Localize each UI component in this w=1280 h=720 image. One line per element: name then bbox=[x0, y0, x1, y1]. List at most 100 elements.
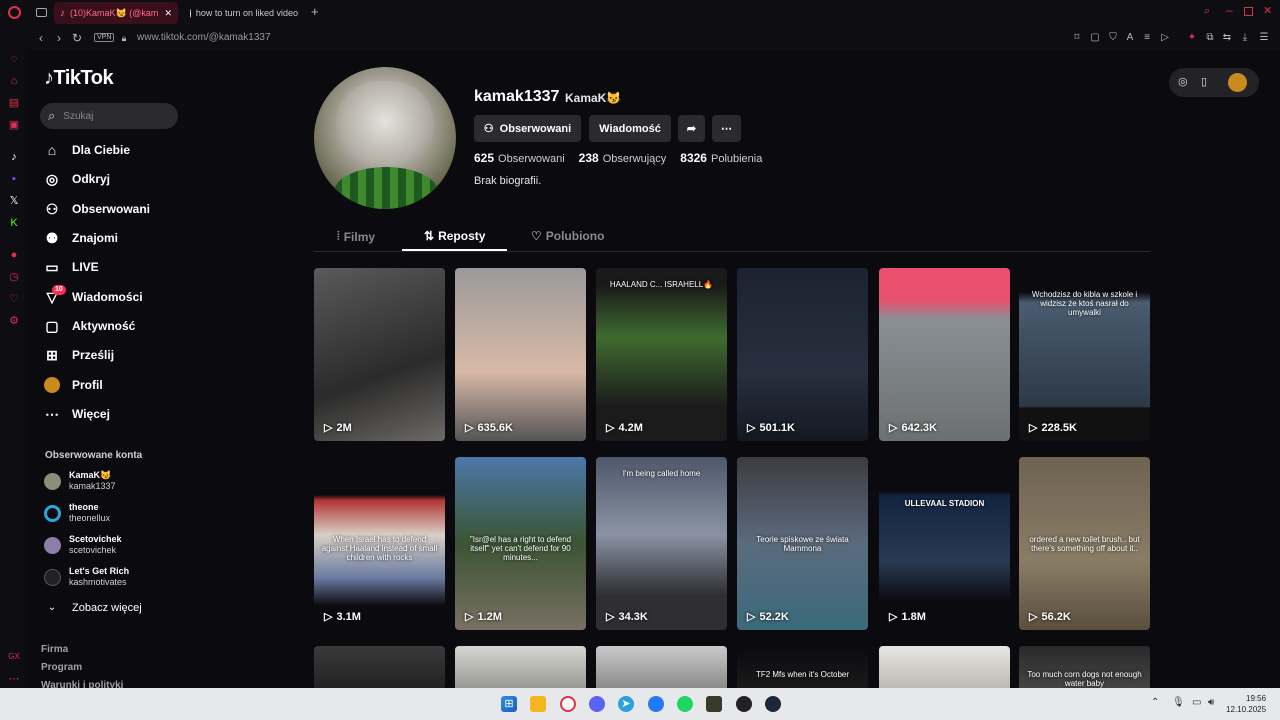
ai-icon[interactable]: ✦ bbox=[1185, 31, 1199, 45]
tiktok-sidebar-icon[interactable]: ♪ bbox=[7, 150, 21, 164]
nav-item-more[interactable]: ⋯ Więcej bbox=[44, 402, 110, 426]
footer-link[interactable]: Firma bbox=[41, 644, 68, 655]
video-thumbnail[interactable]: Teorie spiskowe ze świata Mammona ▷ 52.2K bbox=[737, 457, 868, 630]
video-thumbnail[interactable]: ULLEVAAL STADION ▷ 1.8M bbox=[879, 457, 1010, 630]
vpn-badge[interactable]: VPN bbox=[94, 33, 115, 42]
nav-item-profile[interactable]: Profil bbox=[44, 373, 103, 397]
video-thumbnail[interactable]: HAALAND C... ISRAHELL🔥 ▷ 4.2M bbox=[596, 268, 727, 441]
stat-followers[interactable]: 238 Obserwujący bbox=[579, 151, 667, 165]
tab-tiktok[interactable]: ♪ (10)KamaK😼 (@kam ✕ bbox=[54, 2, 178, 24]
following-button[interactable]: ⚇ Obserwowani bbox=[474, 115, 581, 142]
ai-assistant-icon[interactable]: ◌ bbox=[7, 52, 21, 66]
nav-item-upload[interactable]: ⊞ Prześlij bbox=[44, 343, 114, 367]
url-field[interactable]: www.tiktok.com/@kamak1337 bbox=[137, 32, 271, 43]
video-thumbnail[interactable] bbox=[455, 646, 586, 688]
menu-icon[interactable]: ☰ bbox=[1257, 31, 1271, 45]
x-icon[interactable]: 𝕏 bbox=[7, 194, 21, 208]
followed-account[interactable]: Let's Get Rich kashmotivates bbox=[44, 564, 129, 590]
followed-account[interactable]: Scetovichek scetovichek bbox=[44, 532, 122, 558]
video-thumbnail[interactable]: ▷ 2M bbox=[314, 268, 445, 441]
video-thumbnail[interactable] bbox=[314, 646, 445, 688]
new-tab-icon[interactable]: + bbox=[311, 4, 319, 19]
tab-google[interactable]: how to turn on liked video bbox=[184, 2, 304, 24]
instagram-icon[interactable]: ▣ bbox=[7, 118, 21, 132]
video-thumbnail[interactable]: ▷ 501.1K bbox=[737, 268, 868, 441]
game-icon[interactable] bbox=[706, 696, 722, 712]
share-button[interactable]: ➦ bbox=[678, 115, 705, 142]
video-thumbnail[interactable] bbox=[596, 646, 727, 688]
nav-item-for-you[interactable]: ⌂ Dla Ciebie bbox=[44, 138, 130, 162]
forward-icon[interactable]: › bbox=[52, 31, 66, 45]
microphone-icon[interactable]: 🎙︎ bbox=[1172, 697, 1185, 708]
tab-videos[interactable]: ⦙ Filmy bbox=[337, 229, 375, 244]
compass-small-icon[interactable]: ◎ bbox=[1178, 75, 1188, 88]
reader-icon[interactable]: ≡ bbox=[1140, 31, 1154, 45]
file-explorer-icon[interactable] bbox=[530, 696, 546, 712]
tab-liked[interactable]: ♡ Polubiono bbox=[531, 229, 604, 243]
history-icon[interactable]: ◷ bbox=[7, 270, 21, 284]
extensions-icon[interactable]: ⧉ bbox=[1203, 31, 1217, 45]
nav-item-activity[interactable]: ▢ Aktywność bbox=[44, 314, 135, 338]
video-thumbnail[interactable]: ordered a new toilet brush.. but there's… bbox=[1019, 457, 1150, 630]
music-icon[interactable]: ● bbox=[7, 248, 21, 262]
close-window-icon[interactable]: ✕ bbox=[1263, 4, 1272, 17]
user-avatar-icon[interactable] bbox=[1228, 73, 1247, 92]
nav-item-friends[interactable]: ⚉ Znajomi bbox=[44, 226, 118, 250]
more-sidebar-icon[interactable]: ⋯ bbox=[7, 672, 21, 686]
gx-icon[interactable]: GX bbox=[7, 650, 21, 664]
steam-icon[interactable] bbox=[765, 696, 781, 712]
opera-logo-icon[interactable] bbox=[8, 6, 21, 19]
bookmark-icon[interactable]: ⌑ bbox=[1070, 31, 1084, 45]
maximize-icon[interactable] bbox=[1244, 7, 1253, 16]
close-tab-icon[interactable]: ✕ bbox=[164, 8, 172, 19]
spotify-icon[interactable] bbox=[677, 696, 693, 712]
video-thumbnail[interactable]: "Isr@el has a right to defend itself" ye… bbox=[455, 457, 586, 630]
tab-list-icon[interactable] bbox=[36, 8, 47, 17]
opera-taskbar-icon[interactable] bbox=[560, 696, 576, 712]
followed-account[interactable]: KamaK😼 kamak1337 bbox=[44, 468, 116, 494]
messenger-taskbar-icon[interactable] bbox=[648, 696, 664, 712]
video-thumbnail[interactable] bbox=[879, 646, 1010, 688]
video-thumbnail[interactable]: ▷ 642.3K bbox=[879, 268, 1010, 441]
search-input[interactable]: ⌕ Szukaj bbox=[40, 103, 178, 129]
twitch-icon[interactable]: ▪ bbox=[7, 172, 21, 186]
lock-icon[interactable]: 🔒︎ bbox=[117, 31, 131, 45]
followed-account[interactable]: theone theonellux bbox=[44, 500, 110, 526]
nav-item-following[interactable]: ⚇ Obserwowani bbox=[44, 197, 150, 221]
more-options-button[interactable]: ⋯ bbox=[712, 115, 741, 142]
video-thumbnail[interactable]: Too much corn dogs not enough water baby bbox=[1019, 646, 1150, 688]
see-more-button[interactable]: ⌄ Zobacz więcej bbox=[44, 596, 142, 620]
video-thumbnail[interactable]: TF2 Mfs when it's October bbox=[737, 646, 868, 688]
volume-icon[interactable]: 🔊︎ bbox=[1208, 697, 1214, 708]
tiktok-logo[interactable]: ♪TikTok bbox=[44, 67, 114, 90]
video-thumbnail[interactable]: Wchodzisz do kibla w szkole i widzisz że… bbox=[1019, 268, 1150, 441]
nav-item-messages[interactable]: ▽ 10 Wiadomości bbox=[44, 285, 143, 309]
video-thumbnail[interactable]: I'm being called home ▷ 34.3K bbox=[596, 457, 727, 630]
video-thumbnail[interactable]: When Israel has to defend against Haalan… bbox=[314, 457, 445, 630]
nav-item-explore[interactable]: ◎ Odkryj bbox=[44, 167, 110, 191]
reload-icon[interactable]: ↻ bbox=[70, 31, 84, 45]
windows-start-icon[interactable]: ⊞ bbox=[501, 696, 517, 712]
message-button[interactable]: Wiadomość bbox=[589, 115, 671, 142]
footer-link[interactable]: Program bbox=[41, 662, 82, 673]
messenger-icon[interactable]: ▤ bbox=[7, 96, 21, 110]
settings-icon[interactable]: ⚙ bbox=[7, 314, 21, 328]
shopping-icon[interactable]: ⌂ bbox=[7, 74, 21, 88]
minimize-icon[interactable]: – bbox=[1226, 3, 1233, 17]
snapshot-icon[interactable]: ▢ bbox=[1088, 31, 1102, 45]
tab-reposts[interactable]: ⇅ Reposty bbox=[424, 229, 485, 243]
obs-icon[interactable] bbox=[736, 696, 752, 712]
nav-item-live[interactable]: ▭ LIVE bbox=[44, 255, 98, 279]
translate-icon[interactable]: A bbox=[1123, 31, 1137, 45]
shield-icon[interactable]: ⛉ bbox=[1106, 31, 1120, 45]
sync-icon[interactable]: ⇆ bbox=[1220, 31, 1234, 45]
discord-icon[interactable] bbox=[589, 696, 605, 712]
stat-following[interactable]: 625 Obserwowani bbox=[474, 151, 565, 165]
search-tabs-icon[interactable]: ⌕ bbox=[1204, 5, 1210, 18]
video-thumbnail[interactable]: ▷ 635.6K bbox=[455, 268, 586, 441]
telegram-icon[interactable]: ➤ bbox=[618, 696, 634, 712]
phone-icon[interactable]: ▯ bbox=[1201, 75, 1207, 88]
kick-icon[interactable]: K bbox=[7, 216, 21, 230]
back-icon[interactable]: ‹ bbox=[34, 31, 48, 45]
play-icon[interactable]: ▷ bbox=[1158, 31, 1172, 45]
